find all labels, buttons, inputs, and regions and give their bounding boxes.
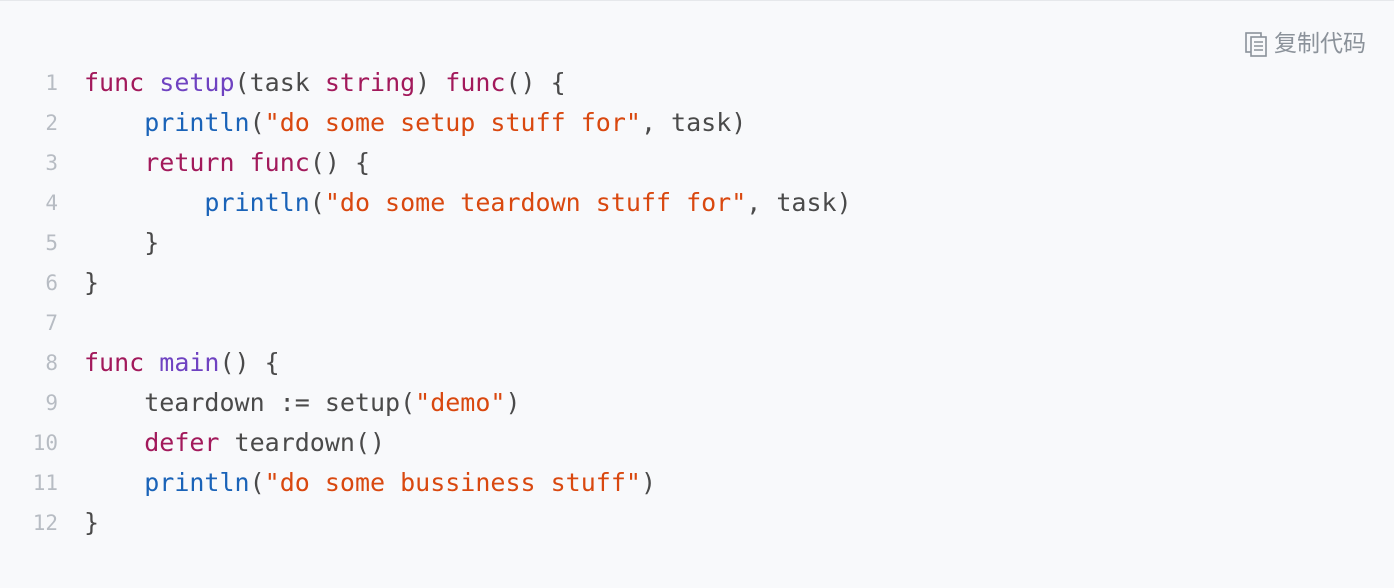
code-token-builtin: println [144,108,250,137]
code-token-plain: , task) [746,188,852,217]
code-token-keyword: func [84,348,145,377]
code-line-content: } [84,503,99,543]
line-number: 6 [45,271,58,295]
code-line: 3 return func() { [0,143,1394,183]
line-number: 10 [32,431,58,455]
code-token-string: "do some setup stuff for" [264,108,641,137]
code-token-plain: () { [219,348,280,377]
code-line: 1 func setup(task string) func() { [0,63,1394,103]
code-line-content: func main() { [84,343,280,383]
code-line-content: return func() { [84,143,370,183]
copy-icon [1244,31,1268,57]
code-line: 5 } [0,223,1394,263]
code-line-content: println("do some teardown stuff for", ta… [84,183,852,223]
code-line: 9 teardown := setup("demo") [0,383,1394,423]
code-token-plain: ( [309,188,325,217]
line-number: 12 [32,511,58,535]
code-token-string: "do some bussiness stuff" [264,468,641,497]
code-token-keyword: string [324,68,416,97]
code-line-content: defer teardown() [84,423,385,463]
line-number: 5 [45,231,58,255]
code-token-builtin: println [204,188,310,217]
code-token-builtin: println [144,468,250,497]
code-line: 6} [0,263,1394,303]
code-line: 7 [0,303,1394,343]
line-number: 4 [45,191,58,215]
code-token-plain: ( [249,108,265,137]
code-line-content: } [84,263,99,303]
copy-code-button[interactable]: 复制代码 [1244,29,1366,59]
code-token-keyword: func [84,68,145,97]
code-line: 11 println("do some bussiness stuff") [0,463,1394,503]
code-token-plain: teardown := setup( [84,388,416,417]
copy-code-label: 复制代码 [1274,31,1366,57]
code-line-content: func setup(task string) func() { [84,63,566,103]
code-token-plain: , task) [640,108,747,137]
code-line: 8 func main() { [0,343,1394,383]
line-number: 1 [45,71,58,95]
line-number: 11 [32,471,58,495]
code-line: 12} [0,503,1394,543]
code-token-plain: teardown() [219,428,386,457]
code-token-func: main [159,348,220,377]
line-number: 8 [45,351,58,375]
code-line-content: println("do some bussiness stuff") [84,463,656,503]
code-token-plain: () { [309,148,371,177]
code-token-keyword: defer [144,428,220,457]
code-token-keyword: func [249,148,310,177]
code-token-func: setup [159,68,235,97]
code-token-plain: ( [249,468,265,497]
code-line-content: } [84,223,159,263]
line-number: 3 [45,151,58,175]
code-area[interactable]: 1 func setup(task string) func() {2 print… [0,63,1394,543]
code-line: 4 println("do some teardown stuff for", … [0,183,1394,223]
line-number: 9 [45,391,58,415]
code-token-plain: } [84,268,100,297]
code-token-plain: } [84,508,100,537]
code-token-plain: } [84,228,160,257]
code-line-content: println("do some setup stuff for", task) [84,103,746,143]
code-line-content: teardown := setup("demo") [84,383,521,423]
code-token-keyword: return [144,148,235,177]
code-token-keyword: func [445,68,506,97]
code-line: 2 println("do some setup stuff for", tas… [0,103,1394,143]
code-token-plain: ) [640,468,656,497]
code-token-plain: (task [234,68,325,97]
code-token-string: "demo" [415,388,506,417]
code-token-plain: ) [505,388,521,417]
line-number: 2 [45,111,58,135]
code-block: 复制代码 1 func setup(task string) func() {2 … [0,0,1394,588]
code-line: 10 defer teardown() [0,423,1394,463]
code-token-plain: () { [505,68,566,97]
code-token-plain: ) [415,68,446,97]
code-token-string: "do some teardown stuff for" [324,188,747,217]
line-number: 7 [45,311,58,335]
